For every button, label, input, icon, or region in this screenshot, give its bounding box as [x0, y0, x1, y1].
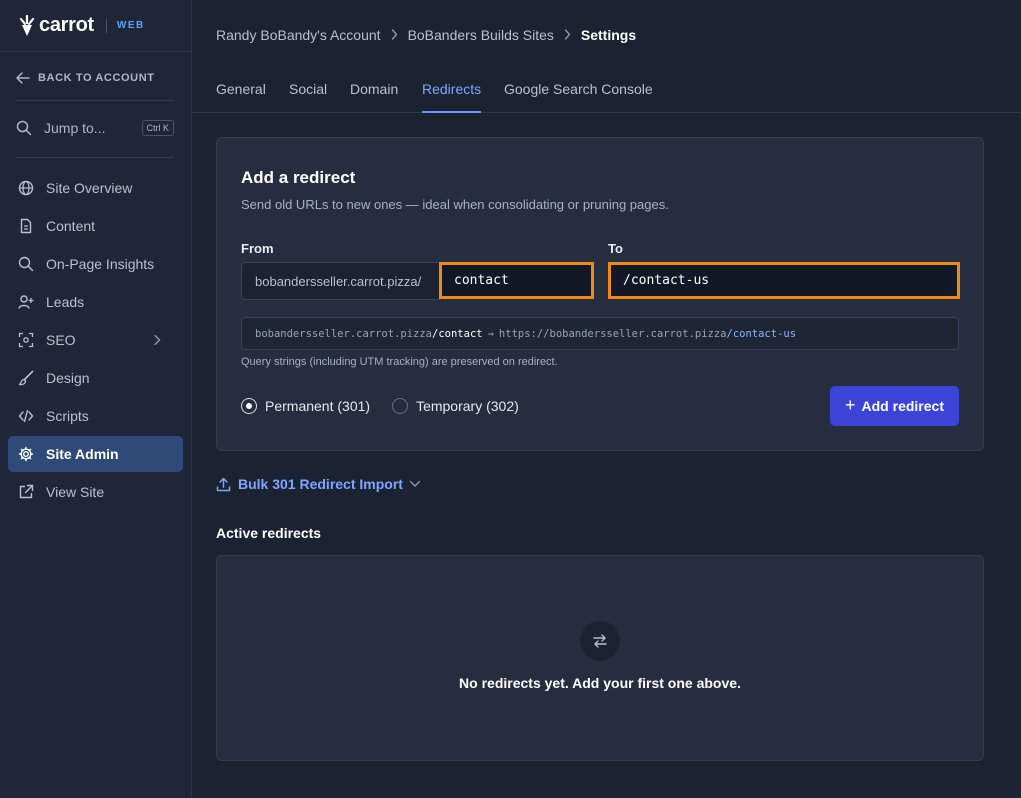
sidebar-item-view-site[interactable]: View Site — [8, 474, 183, 510]
brand-name: carrot — [39, 14, 94, 36]
preview-from-path: /contact — [432, 327, 483, 340]
tab-general[interactable]: General — [216, 81, 266, 113]
settings-tabs: General Social Domain Redirects Google S… — [192, 68, 1021, 113]
sidebar-divider — [16, 100, 174, 101]
brand-product: WEB — [116, 20, 145, 31]
from-label: From — [241, 241, 274, 256]
chevron-down-icon — [409, 480, 421, 487]
breadcrumb-current: Settings — [580, 27, 637, 43]
brush-icon — [18, 370, 34, 386]
permanent-301-label: Permanent (301) — [265, 398, 371, 414]
search-icon — [16, 120, 32, 136]
jump-to-label: Jump to... — [44, 120, 106, 136]
to-path-input[interactable]: /contact-us — [608, 262, 960, 299]
sidebar-item-leads[interactable]: Leads — [8, 284, 183, 320]
sidebar-item-label: Scripts — [46, 408, 89, 424]
sidebar-item-design[interactable]: Design — [8, 360, 183, 396]
sidebar-item-scripts[interactable]: Scripts — [8, 398, 183, 434]
active-redirects-empty-state: No redirects yet. Add your first one abo… — [216, 555, 984, 761]
sidebar-item-label: Site Overview — [46, 180, 133, 196]
user-plus-icon — [18, 295, 34, 309]
preview-to-domain: https://bobandersseller.carrot.pizza — [498, 327, 727, 340]
sidebar-item-on-page-insights[interactable]: On-Page Insights — [8, 246, 183, 282]
swap-arrows-icon — [580, 621, 620, 661]
upload-icon — [216, 477, 231, 491]
radio-button[interactable] — [392, 398, 409, 414]
brand[interactable]: carrot WEB — [0, 0, 191, 52]
chevron-right-icon — [564, 27, 571, 43]
carrot-logo-icon — [19, 14, 35, 36]
arrow-left-icon — [16, 72, 30, 84]
breadcrumb-account[interactable]: Randy BoBandy's Account — [216, 27, 381, 43]
tab-social[interactable]: Social — [289, 81, 327, 113]
preview-from-domain: bobandersseller.carrot.pizza — [255, 327, 433, 340]
sidebar-item-content[interactable]: Content — [8, 208, 183, 244]
bulk-import-label: Bulk 301 Redirect Import — [238, 476, 403, 492]
breadcrumb: Randy BoBandy's Account BoBanders Builds… — [216, 27, 636, 43]
redirect-type-group: Permanent (301) Temporary (302) — [241, 398, 541, 414]
jump-shortcut-badge: Ctrl K — [141, 120, 174, 136]
back-to-account-label: BACK TO ACCOUNT — [38, 72, 155, 84]
add-redirect-label: Add redirect — [861, 398, 944, 414]
main-content: Randy BoBandy's Account BoBanders Builds… — [192, 0, 1021, 798]
sidebar-item-label: Leads — [46, 294, 85, 310]
add-redirect-subtitle: Send old URLs to new ones — ideal when c… — [241, 197, 669, 212]
sidebar-item-site-admin[interactable]: Site Admin — [8, 436, 183, 472]
bulk-import-toggle[interactable]: Bulk 301 Redirect Import — [216, 476, 421, 492]
code-icon — [18, 409, 34, 423]
sidebar: carrot WEB BACK TO ACCOUNT Jump to... Ct… — [0, 0, 192, 798]
permanent-301-option[interactable]: Permanent (301) — [241, 398, 370, 414]
add-redirect-button[interactable]: + Add redirect — [830, 386, 959, 426]
redirect-preview: bobandersseller.carrot.pizza/contact → h… — [241, 317, 959, 350]
preview-arrow: → — [487, 327, 494, 340]
target-icon — [18, 332, 34, 348]
tab-domain[interactable]: Domain — [350, 81, 398, 113]
gear-icon — [18, 446, 34, 462]
tab-redirects[interactable]: Redirects — [422, 81, 482, 113]
document-icon — [20, 218, 32, 234]
external-link-icon — [19, 484, 34, 499]
chevron-right-icon — [154, 334, 161, 346]
back-to-account-link[interactable]: BACK TO ACCOUNT — [16, 66, 155, 90]
sidebar-divider — [16, 157, 174, 158]
sidebar-item-label: SEO — [46, 332, 76, 348]
temporary-302-option[interactable]: Temporary (302) — [392, 398, 519, 414]
sidebar-item-seo[interactable]: SEO — [8, 322, 183, 358]
add-redirect-card: Add a redirect Send old URLs to new ones… — [216, 137, 984, 451]
chevron-right-icon — [391, 27, 398, 43]
brand-separator — [105, 18, 107, 33]
sidebar-item-label: View Site — [46, 484, 105, 500]
from-path-input[interactable]: contact — [439, 262, 594, 299]
breadcrumb-site[interactable]: BoBanders Builds Sites — [408, 27, 554, 43]
add-redirect-title: Add a redirect — [241, 168, 356, 187]
query-string-note: Query strings (including UTM tracking) a… — [241, 356, 558, 368]
empty-state-message: No redirects yet. Add your first one abo… — [459, 675, 741, 691]
from-domain-prefix: bobandersseller.carrot.pizza/ — [241, 262, 441, 300]
sidebar-item-label: Design — [46, 370, 90, 386]
radio-button-selected[interactable] — [241, 398, 257, 414]
tab-google-search-console[interactable]: Google Search Console — [504, 81, 653, 113]
sidebar-item-site-overview[interactable]: Site Overview — [8, 170, 183, 206]
preview-to-path: /contact-us — [726, 327, 797, 340]
sidebar-item-label: On-Page Insights — [46, 256, 155, 272]
temporary-302-label: Temporary (302) — [416, 398, 519, 414]
active-redirects-title: Active redirects — [216, 525, 322, 541]
plus-icon: + — [845, 394, 856, 415]
sidebar-item-label: Site Admin — [46, 446, 119, 462]
to-label: To — [608, 241, 623, 256]
sidebar-item-label: Content — [46, 218, 96, 234]
sidebar-nav: Site Overview Content On-Page Insights L… — [8, 170, 183, 512]
jump-to-search[interactable]: Jump to... Ctrl K — [16, 116, 174, 140]
search-icon — [18, 256, 34, 272]
globe-icon — [18, 180, 34, 196]
